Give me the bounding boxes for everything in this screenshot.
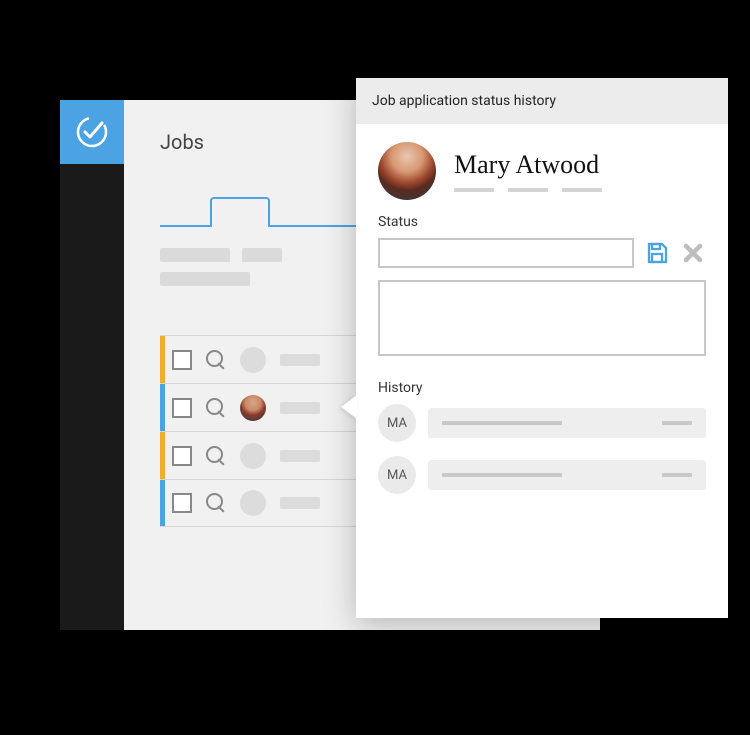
status-marker	[160, 384, 165, 431]
applicant-avatar[interactable]	[378, 142, 436, 200]
status-notes-textarea[interactable]	[378, 280, 706, 356]
row-avatar	[240, 490, 266, 516]
status-label: Status	[378, 214, 706, 230]
applicant-profile: Mary Atwood	[378, 142, 706, 200]
callout-pointer	[341, 395, 357, 419]
placeholder-row	[160, 272, 250, 286]
save-icon	[645, 241, 669, 265]
magnifier-icon[interactable]	[206, 398, 226, 418]
sidebar	[60, 100, 124, 630]
magnifier-icon[interactable]	[206, 493, 226, 513]
magnifier-icon[interactable]	[206, 446, 226, 466]
row-avatar	[240, 347, 266, 373]
status-marker	[160, 432, 165, 479]
row-checkbox[interactable]	[172, 398, 192, 418]
history-initials-badge: MA	[378, 456, 416, 494]
close-icon	[681, 241, 705, 265]
row-checkbox[interactable]	[172, 493, 192, 513]
page-title: Jobs	[160, 130, 204, 154]
cancel-button[interactable]	[680, 240, 706, 266]
history-label: History	[378, 380, 706, 396]
placeholder-row	[160, 248, 282, 262]
status-marker	[160, 480, 165, 526]
magnifier-icon[interactable]	[206, 350, 226, 370]
applicant-meta	[454, 188, 602, 192]
status-history-panel: Job application status history Mary Atwo…	[356, 78, 728, 618]
tab-active[interactable]	[210, 197, 270, 225]
panel-header: Job application status history	[356, 78, 728, 124]
status-input[interactable]	[378, 238, 634, 268]
applicant-name: Mary Atwood	[454, 150, 602, 180]
row-checkbox[interactable]	[172, 446, 192, 466]
history-entry: MA	[378, 404, 706, 442]
row-avatar	[240, 395, 266, 421]
history-content[interactable]	[428, 460, 706, 490]
history-entry: MA	[378, 456, 706, 494]
row-checkbox[interactable]	[172, 350, 192, 370]
history-initials-badge: MA	[378, 404, 416, 442]
app-logo-tile[interactable]	[60, 100, 124, 164]
save-button[interactable]	[644, 240, 670, 266]
row-avatar	[240, 443, 266, 469]
status-marker	[160, 336, 165, 383]
checkmark-logo-icon	[72, 112, 112, 152]
history-content[interactable]	[428, 408, 706, 438]
